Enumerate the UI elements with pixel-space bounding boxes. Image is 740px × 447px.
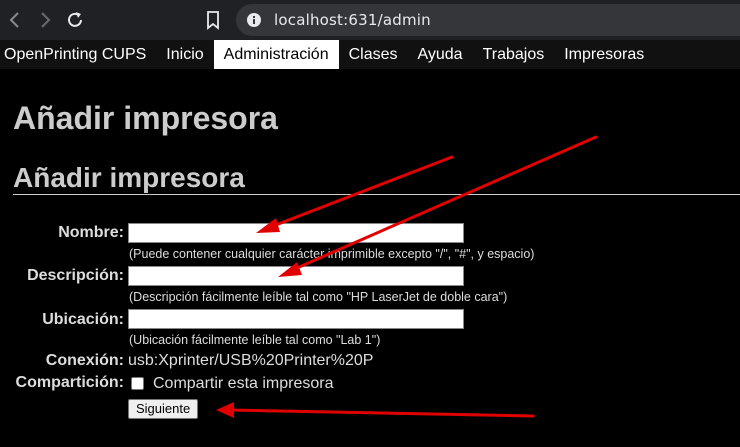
reload-icon[interactable] bbox=[64, 9, 86, 31]
annotation-arrowhead-siguiente bbox=[216, 402, 234, 418]
name-hint: (Puede contener cualquier carácter impri… bbox=[129, 247, 535, 261]
menu-impresoras[interactable]: Impresoras bbox=[554, 40, 654, 69]
cups-menubar: OpenPrinting CUPS Inicio Administración … bbox=[0, 40, 740, 69]
location-label: Ubicación: bbox=[42, 311, 124, 328]
sharing-label: Compartición: bbox=[15, 374, 124, 391]
menu-administracion[interactable]: Administración bbox=[213, 40, 339, 69]
heading-divider bbox=[13, 194, 740, 195]
page-title: Añadir impresora bbox=[13, 100, 278, 136]
description-hint: (Descripción fácilmente leíble tal como … bbox=[129, 290, 508, 304]
siguiente-button[interactable]: Siguiente bbox=[128, 399, 199, 419]
share-printer-label[interactable]: Compartir esta impresora bbox=[153, 375, 334, 393]
name-input[interactable] bbox=[128, 223, 464, 243]
menu-trabajos[interactable]: Trabajos bbox=[473, 40, 555, 69]
browser-toolbar: localhost:631/admin bbox=[0, 0, 740, 40]
menu-openprinting-cups[interactable]: OpenPrinting CUPS bbox=[0, 40, 156, 69]
bookmark-icon[interactable] bbox=[202, 9, 224, 31]
description-input[interactable] bbox=[128, 266, 464, 286]
site-info-icon[interactable] bbox=[246, 12, 262, 28]
connection-value: usb:Xprinter/USB%20Printer%20P bbox=[128, 352, 374, 369]
annotation-arrow-name bbox=[266, 155, 454, 230]
address-bar[interactable]: localhost:631/admin bbox=[236, 4, 740, 36]
location-hint: (Ubicación fácilmente leíble tal como "L… bbox=[129, 333, 381, 347]
menu-inicio[interactable]: Inicio bbox=[156, 40, 213, 69]
share-printer-checkbox[interactable] bbox=[131, 377, 144, 390]
url-text[interactable]: localhost:631/admin bbox=[274, 11, 431, 29]
location-input[interactable] bbox=[128, 309, 464, 329]
connection-label: Conexión: bbox=[45, 352, 124, 369]
annotation-arrow-siguiente bbox=[228, 408, 535, 418]
name-label: Nombre: bbox=[58, 224, 124, 241]
menu-ayuda[interactable]: Ayuda bbox=[408, 40, 473, 69]
back-icon[interactable] bbox=[4, 9, 26, 31]
description-label: Descripción: bbox=[27, 267, 124, 284]
forward-icon[interactable] bbox=[34, 9, 56, 31]
section-heading: Añadir impresora bbox=[13, 162, 245, 193]
menu-clases[interactable]: Clases bbox=[339, 40, 408, 69]
